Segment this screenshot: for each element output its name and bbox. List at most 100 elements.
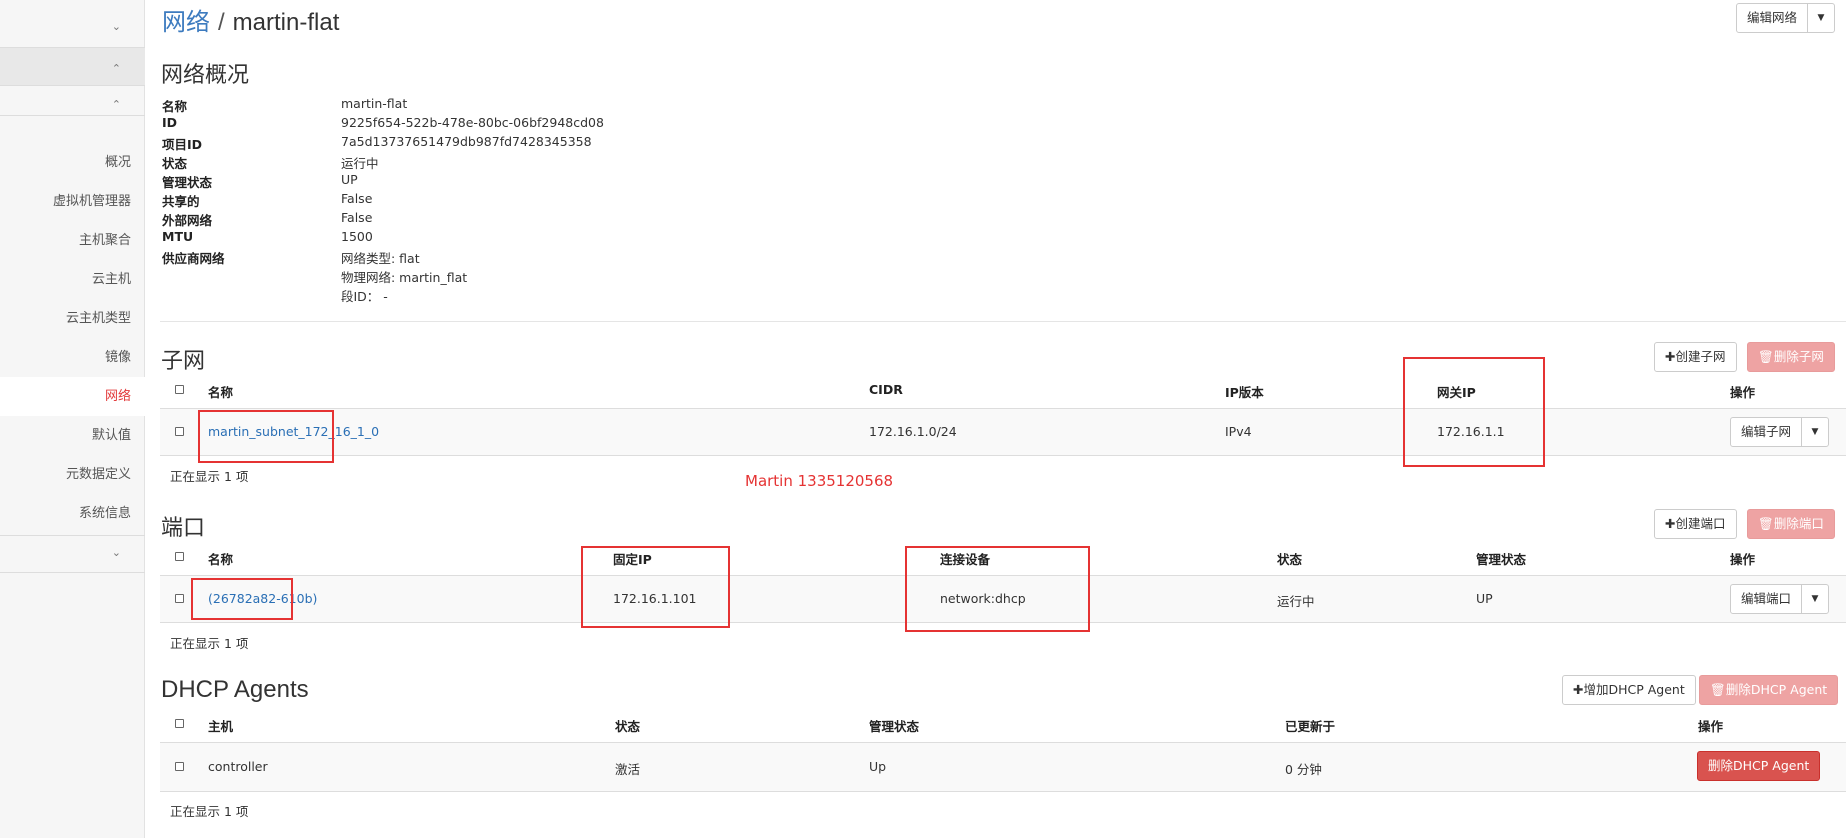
add-dhcp-agent-label: 增加DHCP Agent (1583, 682, 1685, 697)
overview-value: 物理网络: martin_flat (341, 270, 468, 285)
overview-value: 9225f654-522b-478e-80bc-06bf2948cd08 (341, 115, 604, 130)
chevron-up-icon: ⌃ (111, 98, 121, 111)
column-header[interactable]: 名称 (208, 549, 233, 568)
overview-value: martin-flat (341, 96, 408, 111)
edit-port-button-group: 编辑端口 ▼ (1730, 584, 1830, 614)
subnet-cidr: 172.16.1.0/24 (869, 424, 957, 439)
agent-host: controller (208, 759, 268, 774)
overview-label: ID (162, 115, 178, 130)
column-header[interactable]: 状态 (615, 716, 640, 735)
port-status: 运行中 (1277, 594, 1315, 609)
select-all-checkbox[interactable] (175, 385, 184, 394)
column-header: 操作 (1730, 385, 1756, 400)
breadcrumb-networks-link[interactable]: 网络 (162, 9, 210, 36)
edit-network-button-group: 编辑网络 ▼ (1736, 3, 1836, 33)
delete-port-label: 删除端口 (1773, 516, 1824, 531)
create-port-button[interactable]: ✚创建端口 (1654, 509, 1737, 539)
trash-icon: 🗑 (1758, 516, 1774, 531)
delete-subnet-button[interactable]: 🗑删除子网 (1747, 342, 1835, 372)
create-subnet-label: 创建子网 (1675, 349, 1726, 364)
sidebar-item-instances[interactable]: 云主机 (0, 260, 145, 299)
column-header[interactable]: 名称 (208, 382, 233, 401)
sidebar-item-images[interactable]: 镜像 (0, 338, 145, 377)
edit-subnet-button[interactable]: 编辑子网 (1731, 418, 1801, 446)
column-header: 操作 (1698, 719, 1724, 734)
column-header[interactable]: 主机 (208, 716, 233, 735)
delete-dhcp-agent-button[interactable]: 删除DHCP Agent (1697, 751, 1821, 781)
sidebar-section-toggle-1[interactable]: ⌄ (0, 10, 145, 48)
plus-icon: ✚ (1665, 349, 1676, 364)
select-all-checkbox[interactable] (175, 552, 184, 561)
overview-label: 外部网络 (162, 213, 213, 228)
overview-title: 网络概况 (161, 62, 250, 87)
sidebar-item-overview[interactable]: 概况 (0, 143, 145, 182)
dropdown-caret-icon[interactable]: ▼ (1801, 418, 1828, 446)
ports-title: 端口 (161, 515, 206, 540)
overview-label: 项目ID (162, 137, 203, 152)
subnet-ip-version: IPv4 (1225, 424, 1252, 439)
overview-value: False (341, 210, 373, 225)
column-header[interactable]: 管理状态 (1476, 549, 1526, 568)
table-row (160, 408, 1846, 456)
column-header[interactable]: IP版本 (1225, 382, 1264, 401)
add-dhcp-agent-button[interactable]: ✚增加DHCP Agent (1562, 675, 1696, 705)
chevron-down-icon: ⌄ (111, 546, 121, 559)
breadcrumb-separator: / (218, 9, 225, 36)
sidebar-item-system-info[interactable]: 系统信息 (0, 494, 145, 533)
main-content: 网络 / martin-flat 编辑网络 ▼ 网络概况 名称 martin-fla… (145, 0, 1846, 838)
sidebar-section-toggle-4[interactable]: ⌄ (0, 535, 145, 573)
overview-value: 运行中 (341, 156, 379, 171)
overview-value: False (341, 191, 373, 206)
sidebar-section-toggle-3[interactable]: ⌃ (0, 86, 145, 116)
sidebar: ⌄ ⌃ ⌃ 概况 虚拟机管理器 主机聚合 云主机 云主机类型 镜像 网络 默认值… (0, 0, 145, 838)
plus-icon: ✚ (1573, 682, 1584, 697)
overview-value: 7a5d13737651479db987fd7428345358 (341, 134, 592, 149)
annotation-box (1403, 357, 1545, 467)
select-all-checkbox[interactable] (175, 719, 184, 728)
delete-dhcp-agent-toolbar-button[interactable]: 🗑删除DHCP Agent (1699, 675, 1839, 705)
row-checkbox[interactable] (175, 762, 184, 771)
row-checkbox[interactable] (175, 594, 184, 603)
sidebar-section-toggle-2[interactable]: ⌃ (0, 48, 145, 86)
sidebar-item-hypervisors[interactable]: 虚拟机管理器 (0, 182, 145, 221)
overview-label: 名称 (162, 99, 188, 114)
create-subnet-button[interactable]: ✚创建子网 (1654, 342, 1737, 372)
annotation-box (581, 546, 730, 628)
dropdown-caret-icon[interactable]: ▼ (1807, 4, 1834, 32)
overview-value: 段ID： - (341, 289, 388, 304)
column-header[interactable]: 已更新于 (1285, 716, 1335, 735)
column-header[interactable]: 状态 (1277, 549, 1302, 568)
overview-value: UP (341, 172, 358, 187)
sidebar-item-host-aggregates[interactable]: 主机聚合 (0, 221, 145, 260)
subnets-title: 子网 (161, 348, 206, 373)
dhcp-agents-count: 正在显示 1 项 (170, 804, 249, 819)
column-header[interactable]: 管理状态 (869, 716, 919, 735)
delete-port-button[interactable]: 🗑删除端口 (1747, 509, 1835, 539)
divider (160, 321, 1846, 322)
agent-status: 激活 (615, 762, 641, 777)
dhcp-agents-title: DHCP Agents (161, 676, 309, 703)
watermark-text: Martin 1335120568 (745, 472, 894, 490)
column-header[interactable]: CIDR (869, 382, 903, 397)
trash-icon: 🗑 (1758, 349, 1774, 364)
overview-label: 共享的 (162, 194, 200, 209)
page-title: 网络 / martin-flat (162, 2, 339, 37)
sidebar-item-metadata-definitions[interactable]: 元数据定义 (0, 455, 145, 494)
row-checkbox[interactable] (175, 427, 184, 436)
dropdown-caret-icon[interactable]: ▼ (1801, 585, 1828, 613)
delete-dhcp-agent-label: 删除DHCP Agent (1725, 682, 1828, 697)
overview-label: 状态 (162, 156, 188, 171)
ports-count: 正在显示 1 项 (170, 636, 249, 651)
breadcrumb-current: martin-flat (232, 9, 340, 36)
sidebar-item-defaults[interactable]: 默认值 (0, 416, 145, 455)
overview-value: 1500 (341, 229, 373, 244)
sidebar-item-networks[interactable]: 网络 (0, 377, 145, 416)
subnets-count: 正在显示 1 项 (170, 469, 249, 484)
trash-icon: 🗑 (1710, 682, 1726, 697)
column-header: 操作 (1730, 552, 1756, 567)
edit-network-button[interactable]: 编辑网络 (1737, 4, 1807, 32)
sidebar-item-flavors[interactable]: 云主机类型 (0, 299, 145, 338)
annotation-box (198, 410, 334, 463)
plus-icon: ✚ (1665, 516, 1676, 531)
edit-port-button[interactable]: 编辑端口 (1731, 585, 1801, 613)
